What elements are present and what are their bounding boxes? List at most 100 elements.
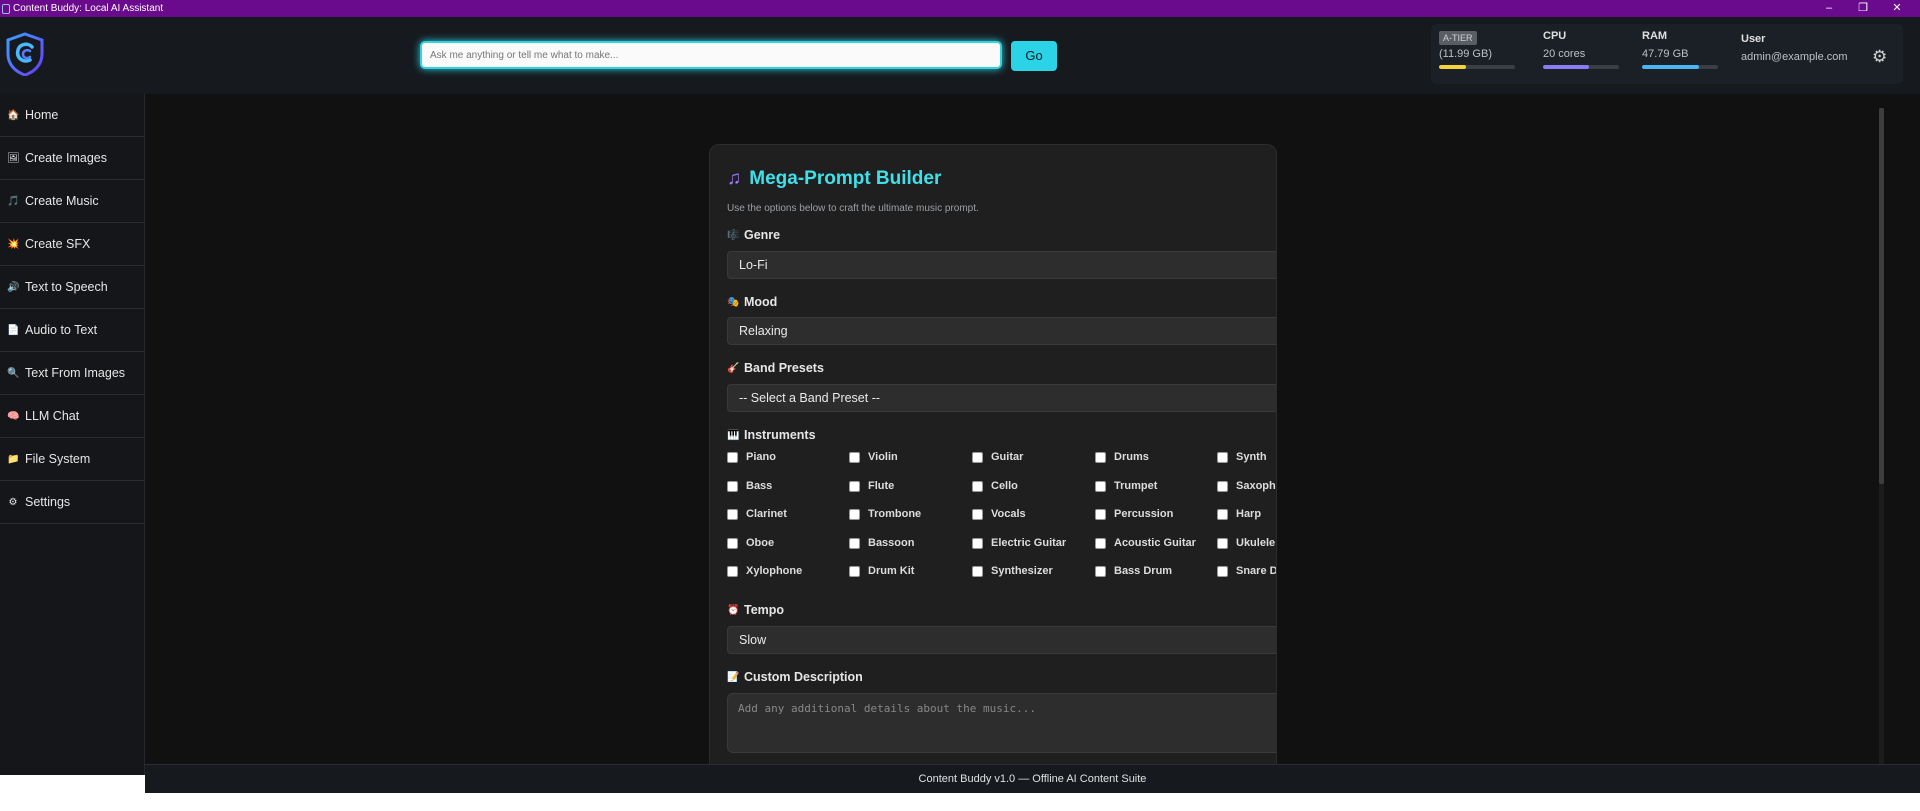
checkbox[interactable] bbox=[849, 537, 860, 549]
genre-label: 🎼 Genre bbox=[727, 228, 780, 242]
sidebar-item-home[interactable]: 🏠 Home bbox=[0, 94, 144, 137]
sidebar-item-text-from-images[interactable]: 🔍 Text From Images bbox=[0, 352, 144, 395]
instrument-checkbox[interactable]: Cello bbox=[972, 480, 1018, 492]
instrument-checkbox[interactable]: Snare Drum bbox=[1217, 565, 1277, 577]
checkbox[interactable] bbox=[849, 508, 860, 520]
instrument-checkbox[interactable]: Bass bbox=[727, 480, 772, 492]
band-preset-select[interactable]: -- Select a Band Preset --⌄ bbox=[727, 384, 1276, 412]
checkbox-label: Synthesizer bbox=[991, 565, 1053, 577]
checkbox[interactable] bbox=[1217, 480, 1228, 492]
instrument-checkbox[interactable]: Flute bbox=[849, 480, 894, 492]
checkbox-label: Bass bbox=[746, 480, 773, 492]
sidebar-item-label: LLM Chat bbox=[25, 409, 80, 423]
scrollbar-thumb[interactable] bbox=[1879, 108, 1884, 484]
sidebar-item-llm-chat[interactable]: 🧠 LLM Chat bbox=[0, 395, 144, 438]
instrument-checkbox[interactable]: Synth bbox=[1217, 451, 1267, 463]
sidebar-item-text-to-speech[interactable]: 🔊 Text to Speech bbox=[0, 266, 144, 309]
checkbox[interactable] bbox=[727, 565, 738, 577]
checkbox[interactable] bbox=[727, 480, 738, 492]
checkbox-label: Percussion bbox=[1114, 508, 1174, 520]
genre-select[interactable]: Lo-Fi⌄ bbox=[727, 251, 1276, 279]
checkbox[interactable] bbox=[1217, 565, 1228, 577]
instrument-checkbox[interactable]: Drum Kit bbox=[849, 565, 914, 577]
sidebar-item-create-images[interactable]: 🖼 Create Images bbox=[0, 137, 144, 180]
instrument-checkbox[interactable]: Percussion bbox=[1095, 508, 1173, 520]
instrument-checkbox[interactable]: Drums bbox=[1095, 451, 1149, 463]
tempo-select[interactable]: Slow⌄ bbox=[727, 626, 1276, 654]
mood-select[interactable]: Relaxing⌄ bbox=[727, 317, 1276, 345]
checkbox[interactable] bbox=[1217, 508, 1228, 520]
music-note-icon: ♫ bbox=[727, 168, 742, 189]
checkbox[interactable] bbox=[1095, 537, 1106, 549]
checkbox[interactable] bbox=[727, 537, 738, 549]
sidebar-item-create-music[interactable]: 🎵 Create Music bbox=[0, 180, 144, 223]
checkbox-label: Clarinet bbox=[746, 508, 787, 520]
cpu-label: CPU bbox=[1543, 30, 1567, 42]
instrument-checkbox[interactable]: Ukulele bbox=[1217, 537, 1275, 549]
sidebar-item-audio-to-text[interactable]: 📄 Audio to Text bbox=[0, 309, 144, 352]
checkbox[interactable] bbox=[727, 451, 738, 463]
speaker-icon: 🔊 bbox=[7, 281, 20, 293]
mood-select-value: Relaxing bbox=[739, 324, 788, 338]
instrument-checkbox[interactable]: Synthesizer bbox=[972, 565, 1053, 577]
checkbox[interactable] bbox=[849, 480, 860, 492]
checkbox[interactable] bbox=[1217, 537, 1228, 549]
checkbox[interactable] bbox=[1217, 451, 1228, 463]
sidebar-item-settings[interactable]: ⚙ Settings bbox=[0, 481, 144, 524]
checkbox-label: Piano bbox=[746, 451, 776, 463]
minimize-button[interactable]: – bbox=[1812, 0, 1846, 17]
search-input[interactable] bbox=[420, 41, 1002, 69]
gear-icon: ⚙ bbox=[8, 496, 18, 508]
settings-gear-icon[interactable]: ⚙ bbox=[1872, 47, 1887, 67]
checkbox[interactable] bbox=[1095, 565, 1106, 577]
instrument-checkbox[interactable]: Oboe bbox=[727, 537, 774, 549]
checkbox-label: Electric Guitar bbox=[991, 537, 1067, 549]
sidebar-item-create-sfx[interactable]: 💥 Create SFX bbox=[0, 223, 144, 266]
instrument-checkbox[interactable]: Guitar bbox=[972, 451, 1023, 463]
restore-button[interactable]: ❐ bbox=[1846, 0, 1880, 17]
instrument-checkbox[interactable]: Violin bbox=[849, 451, 898, 463]
instrument-checkbox[interactable]: Vocals bbox=[972, 508, 1026, 520]
instrument-checkbox[interactable]: Acoustic Guitar bbox=[1095, 537, 1196, 549]
close-button[interactable]: ✕ bbox=[1880, 0, 1914, 17]
sidebar: 🏠 Home 🖼 Create Images 🎵 Create Music 💥 Crea… bbox=[0, 94, 145, 775]
checkbox[interactable] bbox=[972, 537, 983, 549]
checkbox[interactable] bbox=[849, 451, 860, 463]
instrument-checkbox[interactable]: Bassoon bbox=[849, 537, 914, 549]
checkbox[interactable] bbox=[972, 565, 983, 577]
custom-description-textarea[interactable]: Add any additional details about the mus… bbox=[727, 693, 1276, 753]
go-button[interactable]: Go bbox=[1011, 41, 1057, 71]
checkbox-label: Snare Drum bbox=[1236, 565, 1277, 577]
instrument-checkbox[interactable]: Xylophone bbox=[727, 565, 802, 577]
sidebar-item-label: Create Music bbox=[25, 194, 99, 208]
guitar-icon: 🎸 bbox=[727, 362, 740, 374]
checkbox[interactable] bbox=[972, 508, 983, 520]
tier-usage-bar bbox=[1439, 65, 1515, 69]
checkbox[interactable] bbox=[1095, 508, 1106, 520]
explosion-icon: 💥 bbox=[7, 238, 20, 250]
checkbox[interactable] bbox=[1095, 451, 1106, 463]
instrument-checkbox[interactable]: Trombone bbox=[849, 508, 921, 520]
instrument-checkbox[interactable]: Electric Guitar bbox=[972, 537, 1066, 549]
checkbox[interactable] bbox=[972, 451, 983, 463]
instrument-checkbox[interactable]: Harp bbox=[1217, 508, 1261, 520]
cpu-stat: CPU 20 cores bbox=[1543, 30, 1619, 69]
main-scrollbar[interactable] bbox=[1879, 108, 1884, 775]
band-presets-label: 🎸 Band Presets bbox=[727, 361, 824, 375]
instrument-checkbox[interactable]: Bass Drum bbox=[1095, 565, 1172, 577]
checkbox[interactable] bbox=[1095, 480, 1106, 492]
sidebar-item-file-system[interactable]: 📁 File System bbox=[0, 438, 144, 481]
instrument-checkbox[interactable]: Piano bbox=[727, 451, 776, 463]
checkbox[interactable] bbox=[972, 480, 983, 492]
instrument-checkbox[interactable]: Saxophone bbox=[1217, 480, 1276, 492]
instrument-checkbox[interactable]: Clarinet bbox=[727, 508, 787, 520]
custom-description-label: 📝 Custom Description bbox=[727, 670, 863, 684]
sidebar-item-label: Audio to Text bbox=[25, 323, 98, 337]
checkbox[interactable] bbox=[727, 508, 738, 520]
instrument-checkbox[interactable]: Trumpet bbox=[1095, 480, 1157, 492]
checkbox-label: Xylophone bbox=[746, 565, 803, 577]
music-note-icon: 🎵 bbox=[7, 195, 20, 207]
checkbox[interactable] bbox=[849, 565, 860, 577]
checkbox-label: Acoustic Guitar bbox=[1114, 537, 1196, 549]
cpu-usage-fill bbox=[1543, 65, 1589, 69]
